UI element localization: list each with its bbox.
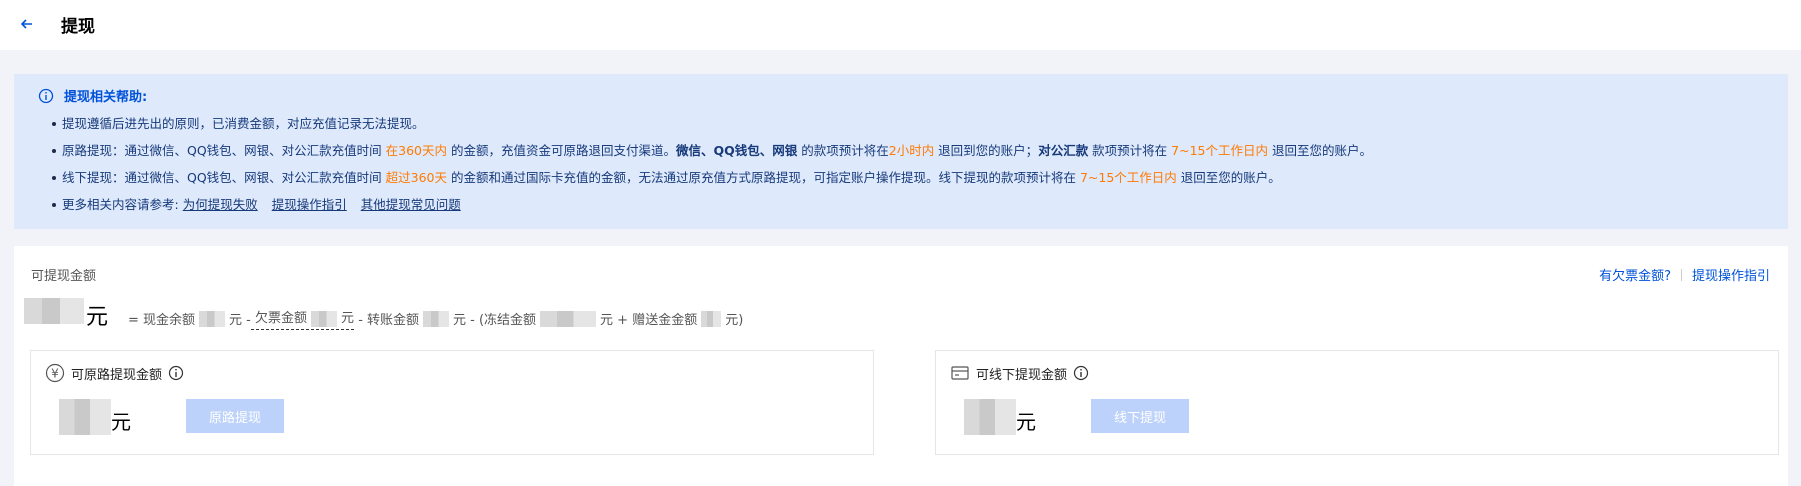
- info-icon: [38, 88, 54, 103]
- original-amount-masked: [59, 399, 111, 435]
- offline-amount-masked: [964, 399, 1016, 435]
- link-withdraw-guide-top[interactable]: 提现操作指引: [1692, 265, 1770, 284]
- help-list: 提现遵循后进先出的原则，已消费金额，对应充值记录无法提现。 原路提现：通过微信、…: [52, 114, 1372, 222]
- bonus-amount-masked: [701, 310, 722, 327]
- frozen-amount-masked: [540, 310, 597, 327]
- cash-balance-masked: [199, 310, 226, 327]
- debt-amount-masked: [311, 310, 338, 327]
- help-item-references: 更多相关内容请参考: 为何提现失败 提现操作指引 其他提现常见问题: [52, 195, 1372, 222]
- help-item-rule: 提现遵循后进先出的原则，已消费金额，对应充值记录无法提现。: [52, 114, 1372, 141]
- original-withdraw-title: ¥ 可原路提现金额: [45, 363, 184, 383]
- divider: [1680, 268, 1682, 281]
- link-other-faq[interactable]: 其他提现常见问题: [361, 197, 461, 212]
- offline-withdraw-button[interactable]: 线下提现: [1091, 399, 1189, 433]
- offline-withdraw-title: 可线下提现金额: [950, 363, 1089, 383]
- info-icon[interactable]: [168, 365, 184, 381]
- transfer-amount-masked: [423, 310, 450, 327]
- svg-text:¥: ¥: [51, 367, 59, 381]
- help-item-offline: 线下提现：通过微信、QQ钱包、网银、对公汇款充值时间 超过360天 的金额和通过…: [52, 168, 1372, 195]
- withdrawable-label: 可提现金额: [31, 269, 97, 284]
- withdrawable-panel: 可提现金额 有欠票金额? 提现操作指引 元 = 现金余额 元 - 欠票金额元 -…: [14, 246, 1788, 486]
- help-panel: 提现相关帮助: 提现遵循后进先出的原则，已消费金额，对应充值记录无法提现。 原路…: [14, 74, 1788, 229]
- original-withdraw-card: ¥ 可原路提现金额 元 原路提现: [30, 350, 874, 455]
- yuan-icon: ¥: [45, 363, 65, 383]
- info-icon[interactable]: [1073, 365, 1089, 381]
- original-amount: 元: [59, 399, 131, 435]
- top-links: 有欠票金额? 提现操作指引: [1599, 265, 1770, 284]
- help-title: 提现相关帮助:: [38, 86, 147, 105]
- help-item-original: 原路提现：通过微信、QQ钱包、网银、对公汇款充值时间 在360天内 的金额，充值…: [52, 141, 1372, 168]
- link-withdraw-guide[interactable]: 提现操作指引: [272, 197, 347, 212]
- offline-amount: 元: [964, 399, 1036, 435]
- card-icon: [951, 366, 969, 380]
- amount-unit: 元: [86, 305, 109, 330]
- offline-withdraw-card: 可线下提现金额 元 线下提现: [935, 350, 1779, 455]
- amount-row: 元 = 现金余额 元 - 欠票金额元 - 转账金额 元 - (冻结金额 元 + …: [24, 298, 743, 331]
- withdrawable-amount-masked: [24, 298, 84, 324]
- page-header: 提现: [0, 0, 1801, 50]
- back-arrow-icon[interactable]: [16, 13, 38, 35]
- link-owed-invoice[interactable]: 有欠票金额?: [1599, 265, 1671, 284]
- page-title: 提现: [61, 17, 95, 37]
- debt-amount-term[interactable]: 欠票金额元: [250, 307, 355, 330]
- amount-formula: = 现金余额 元 - 欠票金额元 - 转账金额 元 - (冻结金额 元 + 赠送…: [128, 307, 743, 330]
- original-withdraw-button[interactable]: 原路提现: [186, 399, 284, 433]
- link-why-withdraw-failed[interactable]: 为何提现失败: [183, 197, 258, 212]
